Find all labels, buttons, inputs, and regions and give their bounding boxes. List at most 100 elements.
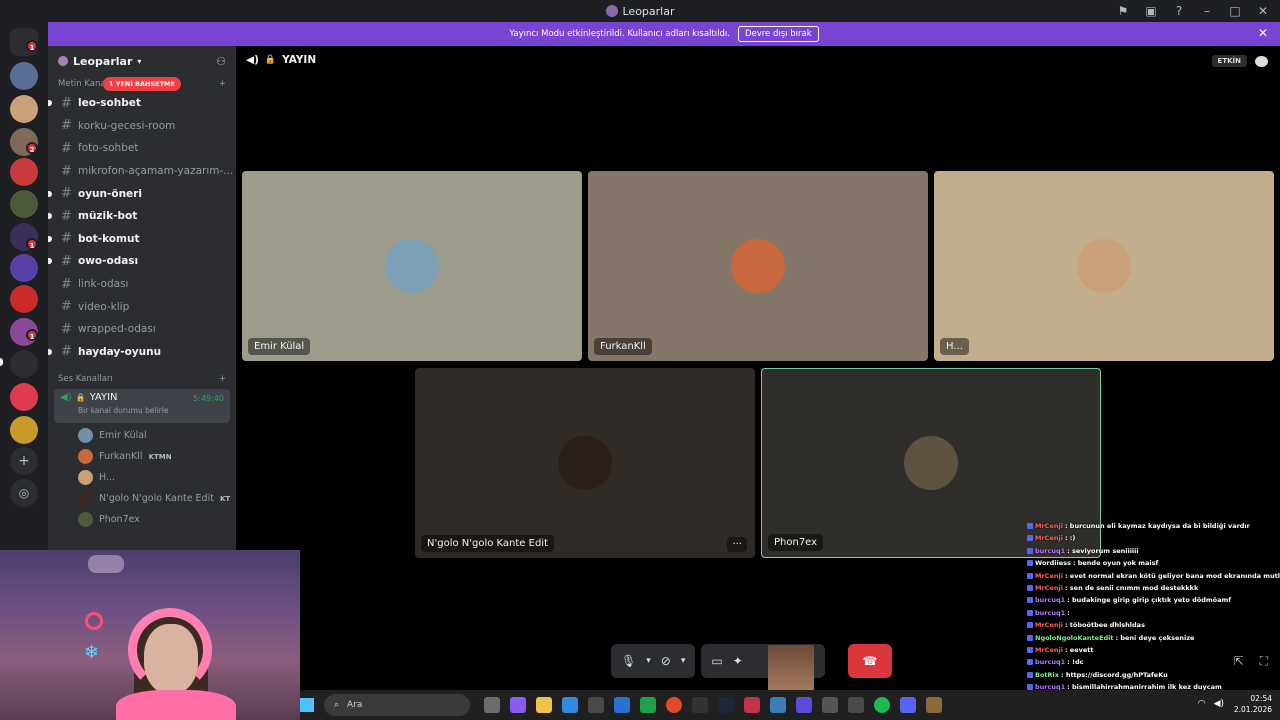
minimize-icon[interactable]: – — [1200, 4, 1214, 18]
discover-icon[interactable]: ◎ — [10, 479, 38, 507]
taskbar-search-placeholder: Ara — [347, 700, 363, 710]
server-header[interactable]: Leoparlar ▾ ⚇ — [48, 46, 236, 76]
taskbar-clock[interactable]: 02:54 2.01.2026 — [1234, 693, 1272, 715]
server-icon-12[interactable] — [10, 416, 38, 444]
help-icon[interactable]: ? — [1172, 4, 1186, 18]
screen-share-icon[interactable]: ▭ — [711, 654, 722, 668]
spotify-icon[interactable] — [874, 697, 890, 713]
add-member-icon[interactable]: ⚇ — [216, 55, 226, 68]
server-icon-2[interactable] — [10, 95, 38, 123]
outlook-icon[interactable] — [614, 697, 630, 713]
add-server-icon[interactable]: + — [10, 447, 38, 475]
video-tile[interactable]: N'golo N'golo Kante Edit ··· — [415, 368, 755, 558]
app-icon-gray[interactable] — [822, 697, 838, 713]
badge-icon — [1027, 585, 1033, 592]
epic-games-icon[interactable] — [692, 697, 708, 713]
channel-item[interactable]: # korku-gecesi-room — [48, 115, 236, 138]
streamer-shirt — [116, 690, 236, 720]
app-icon-purple[interactable] — [796, 697, 812, 713]
channel-item[interactable]: # foto-sohbet — [48, 137, 236, 160]
channel-item[interactable]: # oyun-öneri — [48, 182, 236, 205]
close-icon[interactable]: ✕ — [1256, 4, 1270, 18]
channel-item[interactable]: # wrapped-odası — [48, 318, 236, 341]
steam-icon[interactable] — [718, 697, 734, 713]
chat-username: burcuq1 — [1035, 658, 1066, 667]
disconnect-button[interactable]: ☎ — [848, 644, 892, 678]
channel-name: hayday-oyunu — [78, 345, 162, 358]
copilot-icon[interactable] — [510, 697, 526, 713]
store-icon[interactable] — [588, 697, 604, 713]
activities-icon[interactable]: ✦ — [733, 654, 743, 668]
banner-text: Yayıncı Modu etkinleştirildi. Kullanıcı … — [509, 29, 730, 39]
channel-item[interactable]: # leo-sohbet — [48, 92, 236, 115]
app-icon-brown[interactable] — [926, 697, 942, 713]
discord-taskbar-icon[interactable] — [900, 697, 916, 713]
lock-icon: 🔒 — [75, 393, 86, 403]
chat-username: MrCenji — [1035, 534, 1063, 543]
server-icon-1[interactable] — [10, 62, 38, 90]
chat-icon[interactable] — [1255, 55, 1268, 67]
avatar — [78, 428, 93, 444]
voice-channel-status[interactable]: Bir kanal durumu belirle — [60, 406, 224, 415]
windows-taskbar: ⌕ Ara ◠ ◀) 02:54 2.01.2026 — [300, 690, 1280, 720]
hangup-icon: ☎ — [862, 654, 878, 668]
camera-options-chevron-icon[interactable]: ▾ — [681, 656, 686, 666]
new-mention-pill[interactable]: 1 YENİ BAHSETME — [103, 77, 181, 91]
hash-icon: # — [61, 208, 72, 224]
chrome-icon[interactable] — [666, 697, 682, 713]
video-tile[interactable]: Emir Külal — [242, 171, 582, 361]
badge-icon — [1027, 560, 1033, 567]
chat-username: Wordiiess — [1035, 559, 1071, 568]
text-category[interactable]: Metin Kanalları 1 YENİ BAHSETME + — [48, 76, 236, 92]
server-name-wrap: Leoparlar ▾ — [58, 55, 141, 68]
voice-category[interactable]: Ses Kanalları + — [48, 371, 236, 387]
tile-more-options-icon[interactable]: ··· — [727, 537, 747, 552]
channel-name: leo-sohbet — [78, 97, 141, 110]
voice-member[interactable]: H... — [48, 467, 236, 488]
obs-icon[interactable] — [848, 697, 864, 713]
video-tile[interactable]: H... — [934, 171, 1274, 361]
camera-off-icon[interactable]: ⊘ — [661, 654, 671, 668]
volume-icon[interactable]: ◀) — [1214, 699, 1224, 709]
channel-item[interactable]: # hayday-oyunu — [48, 341, 236, 364]
xbox-icon[interactable] — [640, 697, 656, 713]
voice-member[interactable]: N'golo N'golo Kante Edit KT — [48, 488, 236, 509]
disable-streamer-mode-button[interactable]: Devre dışı bırak — [737, 26, 819, 42]
server-icon-11[interactable] — [10, 383, 38, 411]
taskbar-search[interactable]: ⌕ Ara — [324, 694, 470, 716]
add-voice-channel-icon[interactable]: + — [219, 374, 226, 384]
screen-icon[interactable]: ▣ — [1144, 4, 1158, 18]
channel-item[interactable]: # owo-odası — [48, 250, 236, 273]
channel-item[interactable]: # mikrofon-açamam-yazarım-... — [48, 160, 236, 183]
app-icon-blue[interactable] — [770, 697, 786, 713]
activity-pill[interactable]: ETKİN — [1211, 55, 1247, 67]
inbox-icon[interactable]: ⚑ — [1116, 4, 1130, 18]
wifi-icon[interactable]: ◠ — [1198, 699, 1206, 709]
server-icon-7[interactable] — [10, 254, 38, 282]
add-channel-icon[interactable]: + — [219, 79, 226, 89]
file-explorer-icon[interactable] — [536, 697, 552, 713]
video-tile[interactable]: FurkanKll — [588, 171, 928, 361]
mic-options-chevron-icon[interactable]: ▾ — [646, 656, 651, 666]
windows-start-icon[interactable] — [300, 698, 314, 712]
microphone-icon[interactable]: 🎙 — [621, 654, 636, 668]
app-icon-red[interactable] — [744, 697, 760, 713]
maximize-icon[interactable]: □ — [1228, 4, 1242, 18]
channel-item[interactable]: # link-odası — [48, 273, 236, 296]
channel-item[interactable]: # bot-komut — [48, 228, 236, 251]
unread-indicator — [48, 100, 52, 107]
voice-member[interactable]: Phon7ex — [48, 509, 236, 530]
member-tag: KT — [219, 494, 231, 503]
server-icon-8[interactable] — [10, 285, 38, 313]
channel-item[interactable]: # müzik-bot — [48, 205, 236, 228]
banner-close-icon[interactable]: ✕ — [1258, 26, 1268, 40]
voice-channel-yayin[interactable]: ◀) 🔒 YAYIN 5:49:40 Bir kanal durumu beli… — [54, 389, 230, 424]
server-icon-leoparlar[interactable] — [10, 350, 38, 378]
voice-member[interactable]: FurkanKll KTMN — [48, 446, 236, 467]
server-icon-4[interactable] — [10, 158, 38, 186]
channel-item[interactable]: # video-klip — [48, 295, 236, 318]
server-icon-5[interactable] — [10, 190, 38, 218]
task-view-icon[interactable] — [484, 697, 500, 713]
voice-member[interactable]: Emir Külal — [48, 425, 236, 446]
edge-icon[interactable] — [562, 697, 578, 713]
